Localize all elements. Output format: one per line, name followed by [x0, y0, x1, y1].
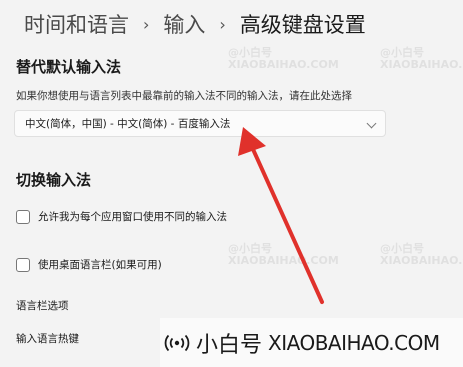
dropdown-selected-value: 中文(简体，中国) - 中文(简体) - 百度输入法 [25, 118, 231, 130]
per-app-input-checkbox[interactable] [16, 209, 30, 224]
section-title-default-input: 替代默认输入法 [16, 58, 122, 76]
watermark-tile: XIAOBAIHAO.COM [380, 254, 463, 267]
breadcrumb-item-time-language[interactable]: 时间和语言 [24, 9, 129, 39]
watermark-tile: XIAOBAIHAO.COM [228, 58, 339, 71]
page-title: 高级键盘设置 [239, 13, 366, 37]
watermark-tile: XIAOBAIHAO.COM [228, 254, 339, 267]
watermark-tile: @小白号 [228, 46, 272, 59]
language-bar-label: 使用桌面语言栏(如果可用) [38, 259, 162, 271]
brand-watermark: 小白号 XIAOBAIHAO.COM [160, 318, 463, 367]
watermark-tile: XIAOBAIHAO.COM [380, 58, 463, 71]
chevron-down-icon [366, 118, 377, 129]
breadcrumb: 时间和语言 › 输入 › 高级键盘设置 [24, 8, 366, 40]
watermark-tile: @小白号 [380, 242, 424, 255]
per-app-input-label: 允许我为每个应用窗口使用不同的输入法 [38, 211, 227, 223]
chevron-right-icon: › [219, 14, 226, 34]
brand-url: XIAOBAIHAO.COM [268, 330, 440, 355]
watermark-tile: @小白号 [228, 242, 272, 255]
section-description: 如果你想使用与语言列表中最靠前的输入法不同的输入法，请在此处选择 [16, 90, 352, 102]
watermark-tile: @小白号 [380, 46, 424, 59]
broadcast-icon [164, 334, 190, 351]
breadcrumb-item-input[interactable]: 输入 [163, 9, 205, 39]
language-bar-options-link[interactable]: 语言栏选项 [16, 298, 69, 313]
language-bar-checkbox-row[interactable]: 使用桌面语言栏(如果可用) [16, 257, 162, 272]
per-app-input-checkbox-row[interactable]: 允许我为每个应用窗口使用不同的输入法 [16, 209, 227, 224]
language-bar-checkbox[interactable] [16, 257, 30, 272]
brand-name: 小白号 [196, 332, 263, 358]
input-hotkeys-link[interactable]: 输入语言热键 [16, 331, 79, 346]
default-input-method-dropdown[interactable]: 中文(简体，中国) - 中文(简体) - 百度输入法 [14, 110, 386, 137]
chevron-right-icon: › [143, 14, 150, 34]
section-title-switch-input: 切换输入法 [16, 171, 92, 189]
